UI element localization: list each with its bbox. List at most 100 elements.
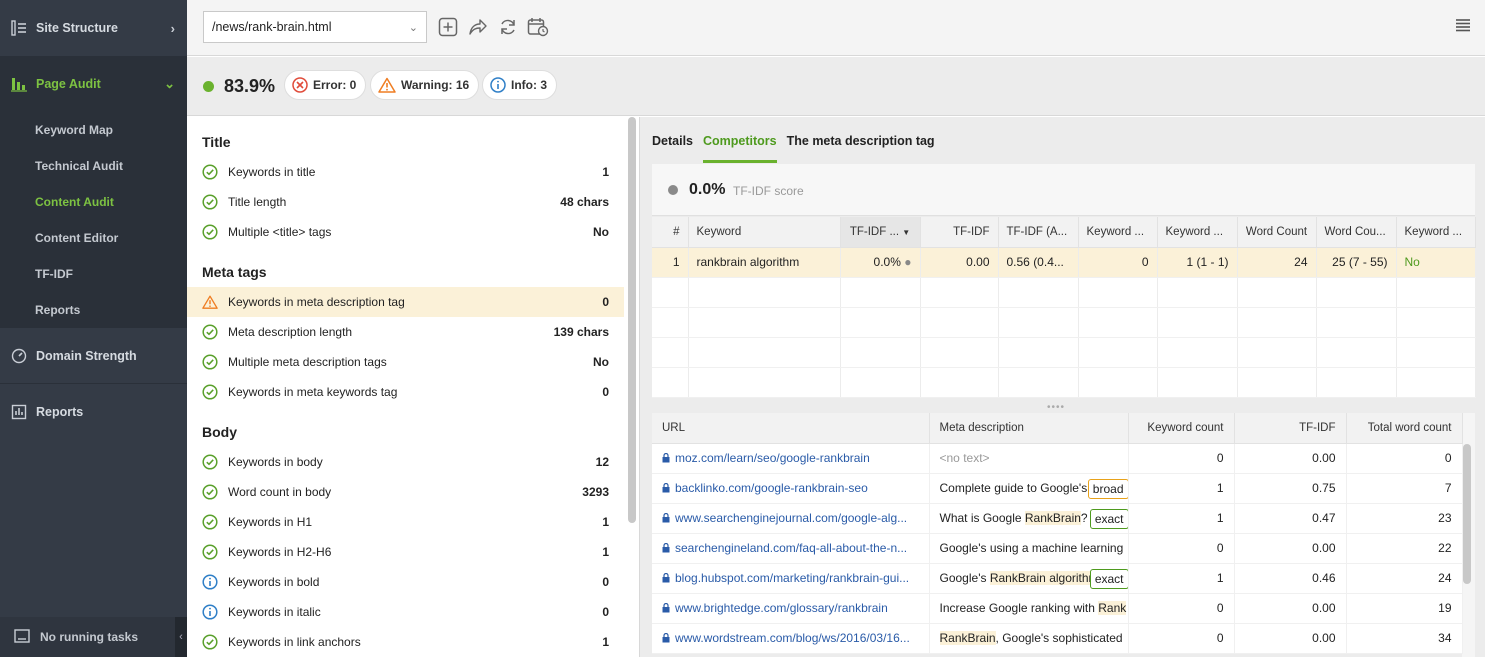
tab-competitors[interactable]: Competitors <box>703 131 777 163</box>
col-header-tfidf-score[interactable]: TF-IDF ... ▼ <box>840 217 921 248</box>
col-header-meta-description[interactable]: Meta description <box>929 413 1129 444</box>
cell-url[interactable]: moz.com/learn/seo/google-rankbrain <box>652 443 930 474</box>
sidebar-item-site-structure[interactable]: Site Structure › <box>0 0 187 56</box>
refresh-icon <box>501 19 515 35</box>
sidebar-item-tf-idf[interactable]: TF-IDF <box>0 256 187 292</box>
table-row[interactable]: 1 rankbrain algorithm 0.0% ● 0.00 0.56 (… <box>652 247 1476 278</box>
cell-tfidf: 0.00 <box>1234 623 1347 654</box>
refresh-button[interactable] <box>497 16 519 38</box>
chevron-down-icon: ⌄ <box>164 76 175 91</box>
check-row[interactable]: Keywords in H1 1 <box>187 507 624 537</box>
table-row[interactable]: searchengineland.com/faq-all-about-the-n… <box>652 533 1463 564</box>
tab-details[interactable]: Details <box>652 131 693 163</box>
chevron-right-icon: › <box>170 20 175 36</box>
task-status-label: No running tasks <box>40 630 139 644</box>
url-link[interactable]: moz.com/learn/seo/google-rankbrain <box>675 451 870 465</box>
schedule-button[interactable] <box>527 16 549 38</box>
col-header-tfidf-avg[interactable]: TF-IDF (A... <box>998 217 1079 248</box>
cell-keyword-range: 1 (1 - 1) <box>1157 247 1238 278</box>
menu-button[interactable] <box>1455 18 1471 34</box>
cell-tfidf: 0.00 <box>1234 443 1347 474</box>
table-row[interactable]: www.wordstream.com/blog/ws/2016/03/16...… <box>652 623 1463 654</box>
add-button[interactable] <box>437 16 459 38</box>
check-circle-icon <box>202 354 218 370</box>
url-link[interactable]: www.searchenginejournal.com/google-alg..… <box>675 511 907 525</box>
col-header-keyword-count[interactable]: Keyword ... <box>1078 217 1158 248</box>
check-row[interactable]: Keywords in italic 0 <box>187 597 624 627</box>
col-header-keyword[interactable]: Keyword <box>688 217 841 248</box>
col-header-word-count-range[interactable]: Word Cou... <box>1316 217 1397 248</box>
task-status[interactable]: No running tasks <box>0 617 187 657</box>
meta-text: What is Google <box>939 511 1025 525</box>
col-header-index[interactable]: # <box>652 217 689 248</box>
check-value: 0 <box>602 575 609 589</box>
url-link[interactable]: blog.hubspot.com/marketing/rankbrain-gui… <box>675 571 909 585</box>
sidebar-item-domain-strength[interactable]: Domain Strength <box>0 328 187 384</box>
cell-url[interactable]: blog.hubspot.com/marketing/rankbrain-gui… <box>652 563 930 594</box>
cell-url[interactable]: www.brightedge.com/glossary/rankbrain <box>652 593 930 624</box>
col-header-keyword-count[interactable]: Keyword count <box>1128 413 1235 444</box>
warning-count: Warning: 16 <box>401 78 470 92</box>
sidebar-item-content-editor[interactable]: Content Editor <box>0 220 187 256</box>
sidebar-item-reports[interactable]: Reports <box>0 384 187 440</box>
cell-tfidf: 0.46 <box>1234 563 1347 594</box>
warning-filter[interactable]: Warning: 16 <box>370 70 480 100</box>
cell-url[interactable]: backlinko.com/google-rankbrain-seo <box>652 473 930 504</box>
table-row[interactable]: blog.hubspot.com/marketing/rankbrain-gui… <box>652 563 1463 594</box>
check-row[interactable]: Multiple meta description tags No <box>187 347 624 377</box>
checklist-scrollbar[interactable] <box>628 117 636 523</box>
col-header-tfidf[interactable]: TF-IDF <box>920 217 999 248</box>
sidebar-item-keyword-map[interactable]: Keyword Map <box>0 112 187 148</box>
share-button[interactable] <box>467 16 489 38</box>
check-label: Word count in body <box>228 485 332 499</box>
cell-keyword-count: 0 <box>1128 623 1235 654</box>
sidebar-item-content-audit[interactable]: Content Audit <box>0 184 187 220</box>
col-header-url[interactable]: URL <box>652 413 930 444</box>
url-link[interactable]: backlinko.com/google-rankbrain-seo <box>675 481 868 495</box>
cell-tfidf: 0.75 <box>1234 473 1347 504</box>
check-row[interactable]: Word count in body 3293 <box>187 477 624 507</box>
col-header-total-word-count[interactable]: Total word count <box>1346 413 1463 444</box>
check-row[interactable]: Keywords in H2-H6 1 <box>187 537 624 567</box>
check-row[interactable]: Title length 48 chars <box>187 187 624 217</box>
col-header-word-count[interactable]: Word Count <box>1237 217 1317 248</box>
check-value: 1 <box>602 165 609 179</box>
check-row[interactable]: Keywords in link anchors 1 <box>187 627 624 657</box>
table-row[interactable]: www.brightedge.com/glossary/rankbrain Inc… <box>652 593 1463 624</box>
cell-meta-description: <no text> <box>929 443 1129 474</box>
check-row[interactable]: Keywords in bold 0 <box>187 567 624 597</box>
check-row[interactable]: Keywords in meta description tag 0 <box>187 287 624 317</box>
url-link[interactable]: searchengineland.com/faq-all-about-the-n… <box>675 541 907 555</box>
cell-keyword-count: 0 <box>1128 593 1235 624</box>
resize-handle-icon[interactable]: •••• <box>1047 402 1065 413</box>
cell-tfidf: 0.00 <box>920 247 999 278</box>
table-row[interactable]: backlinko.com/google-rankbrain-seo Comple… <box>652 473 1463 504</box>
tab-meta-description[interactable]: The meta description tag <box>787 131 935 163</box>
cell-meta-description: Complete guide to Google's AI algobroad <box>929 473 1129 504</box>
col-header-keyword-flag[interactable]: Keyword ... <box>1396 217 1476 248</box>
sidebar-item-reports-sub[interactable]: Reports <box>0 292 187 328</box>
error-filter[interactable]: Error: 0 <box>284 70 367 100</box>
sidebar-item-technical-audit[interactable]: Technical Audit <box>0 148 187 184</box>
check-row[interactable]: Keywords in meta keywords tag 0 <box>187 377 624 407</box>
cell-url[interactable]: www.searchenginejournal.com/google-alg..… <box>652 503 930 534</box>
url-table-scrollbar[interactable] <box>1463 444 1471 584</box>
collapse-sidebar-button[interactable]: ‹ <box>175 617 187 657</box>
sidebar-item-page-audit[interactable]: Page Audit ⌄ <box>0 56 187 112</box>
check-row[interactable]: Meta description length 139 chars <box>187 317 624 347</box>
col-header-keyword-range[interactable]: Keyword ... <box>1157 217 1238 248</box>
url-link[interactable]: www.brightedge.com/glossary/rankbrain <box>675 601 888 615</box>
check-row[interactable]: Keywords in title 1 <box>187 157 624 187</box>
cell-url[interactable]: searchengineland.com/faq-all-about-the-n… <box>652 533 930 564</box>
url-link[interactable]: www.wordstream.com/blog/ws/2016/03/16... <box>675 631 910 645</box>
table-row[interactable]: moz.com/learn/seo/google-rankbrain <no te… <box>652 443 1463 474</box>
cell-url[interactable]: www.wordstream.com/blog/ws/2016/03/16... <box>652 623 930 654</box>
table-row[interactable]: www.searchenginejournal.com/google-alg..… <box>652 503 1463 534</box>
info-filter[interactable]: Info: 3 <box>482 70 557 100</box>
col-header-tfidf[interactable]: TF-IDF <box>1234 413 1347 444</box>
check-label: Keywords in link anchors <box>228 635 361 649</box>
check-row[interactable]: Keywords in body 12 <box>187 447 624 477</box>
url-select[interactable]: /news/rank-brain.html ⌄ <box>203 11 427 43</box>
check-row[interactable]: Multiple <title> tags No <box>187 217 624 247</box>
check-value: 12 <box>595 455 609 469</box>
